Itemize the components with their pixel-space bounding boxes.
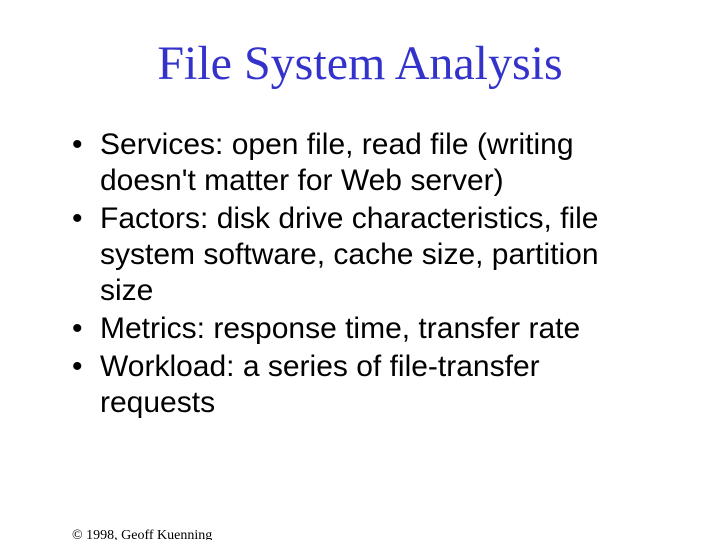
slide-body: Services: open file, read file (writing … [0, 127, 720, 421]
slide: File System Analysis Services: open file… [0, 36, 720, 540]
slide-title: File System Analysis [0, 36, 720, 91]
copyright-footer: © 1998, Geoff Kuenning [72, 528, 212, 540]
list-item: Factors: disk drive characteristics, fil… [72, 201, 660, 309]
list-item: Metrics: response time, transfer rate [72, 311, 660, 347]
list-item: Workload: a series of file-transfer requ… [72, 349, 660, 421]
list-item: Services: open file, read file (writing … [72, 127, 660, 199]
bullet-list: Services: open file, read file (writing … [72, 127, 660, 421]
